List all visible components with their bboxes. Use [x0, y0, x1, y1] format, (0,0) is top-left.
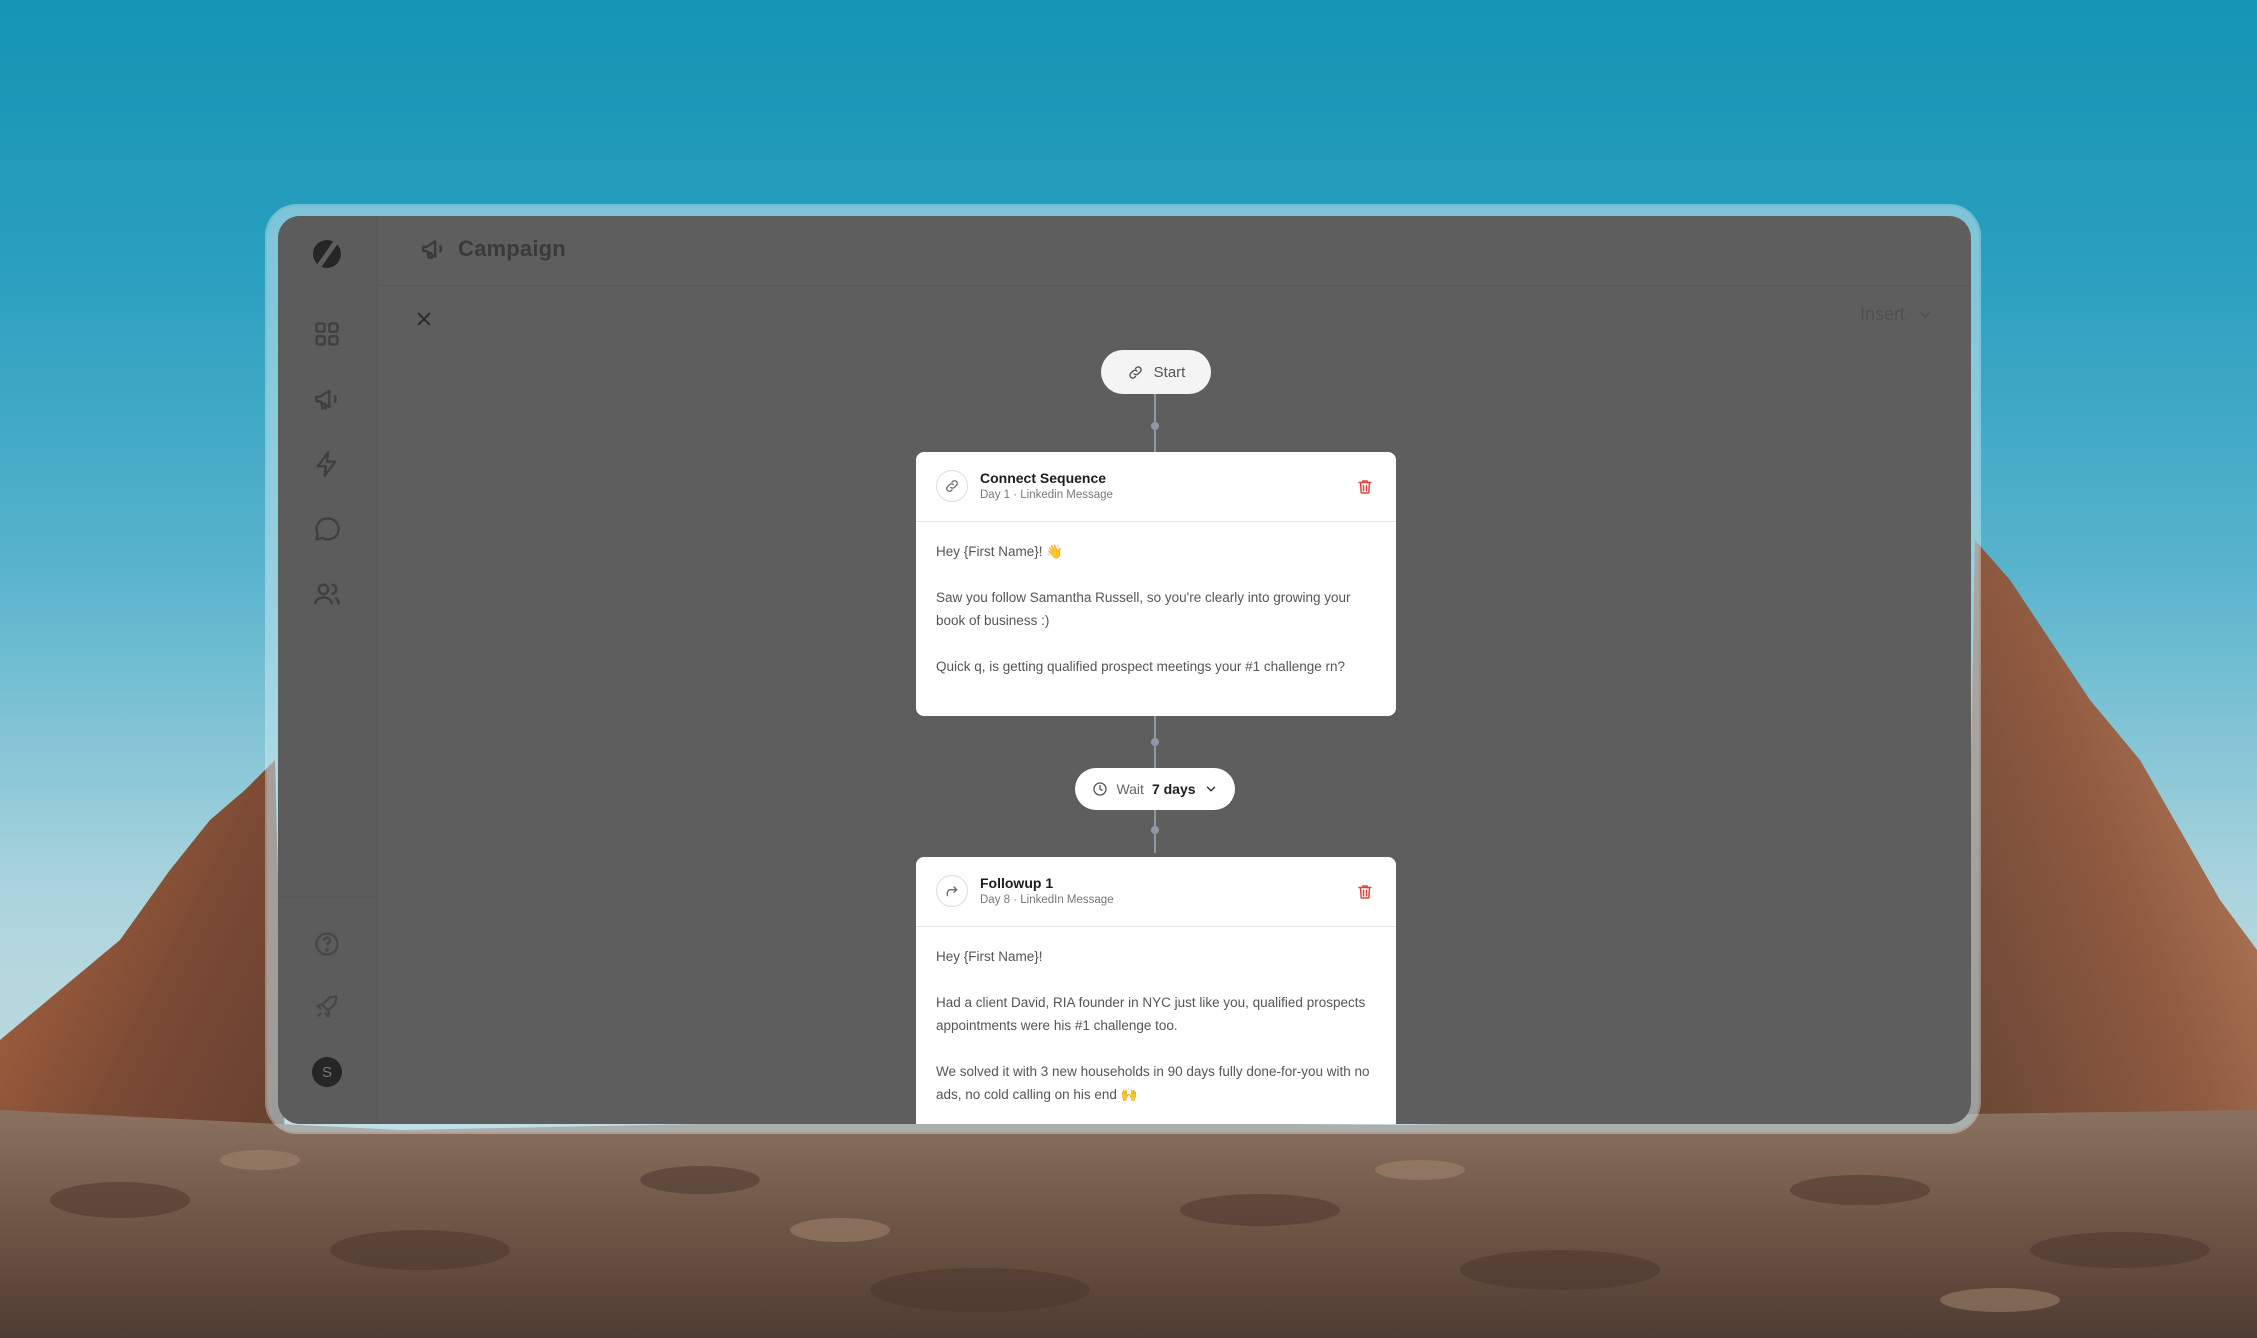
grid-icon[interactable] [311, 318, 343, 350]
top-bar: Campaign [378, 216, 1971, 286]
page-header: Campaign [420, 236, 566, 262]
message-line: Quick q, is getting qualified prospect m… [936, 659, 1345, 674]
connector-dot [1151, 422, 1159, 430]
start-node[interactable]: Start [1101, 350, 1211, 394]
connector-dot [1151, 826, 1159, 834]
logo-icon[interactable] [311, 238, 343, 270]
message-line: Saw you follow Samantha Russell, so you'… [936, 590, 1351, 628]
rocket-icon[interactable] [311, 991, 343, 1023]
chat-icon[interactable] [311, 513, 343, 545]
wait-label: Wait [1116, 781, 1144, 797]
message-line: Hey {First Name}! [936, 949, 1043, 964]
step-title: Followup 1 [980, 875, 1054, 891]
message-line: Had a client David, RIA founder in NYC j… [936, 995, 1366, 1033]
message-line: We solved it with 3 new households in 90… [936, 1064, 1370, 1102]
sidebar-divider [278, 896, 378, 897]
chevron-down-icon [1206, 786, 1215, 792]
message-line: Hey {First Name}! 👋 [936, 544, 1064, 559]
trash-icon[interactable] [1356, 883, 1374, 901]
step-card-connect-sequence[interactable]: Connect Sequence Day 1 · Linkedin Messag… [916, 452, 1396, 716]
link-icon [936, 470, 968, 502]
avatar-letter: S [312, 1057, 342, 1087]
page-title: Campaign [458, 236, 566, 261]
step-title: Connect Sequence [980, 470, 1107, 486]
connector-dot [1151, 738, 1159, 746]
close-button[interactable] [411, 306, 437, 332]
lightning-icon[interactable] [311, 448, 343, 480]
step-card-header: Connect Sequence Day 1 · Linkedin Messag… [916, 452, 1396, 522]
chevron-down-icon [1920, 311, 1930, 318]
avatar-icon[interactable]: S [311, 1056, 343, 1088]
step-subtitle: Day 8 · LinkedIn Message [980, 894, 1114, 906]
start-label: Start [1153, 363, 1186, 381]
close-icon [417, 312, 431, 326]
sidebar: S [278, 216, 378, 1124]
clock-icon [1093, 782, 1108, 796]
megaphone-icon [422, 240, 443, 259]
step-card-followup-1[interactable]: Followup 1 Day 8 · LinkedIn Message Hey … [916, 857, 1396, 1124]
wait-value: 7 days [1151, 781, 1196, 797]
megaphone-icon[interactable] [311, 383, 343, 415]
insert-label: Insert [1859, 304, 1905, 324]
wait-delay-selector[interactable]: Wait 7 days [1075, 768, 1235, 810]
link-icon [1128, 365, 1142, 379]
step-message-body[interactable]: Hey {First Name}! 👋 Saw you follow Saman… [916, 522, 1396, 696]
trash-icon[interactable] [1356, 478, 1374, 496]
users-icon[interactable] [311, 578, 343, 610]
step-subtitle: Day 1 · Linkedin Message [980, 489, 1113, 501]
forward-arrow-icon [936, 875, 968, 907]
step-card-header: Followup 1 Day 8 · LinkedIn Message [916, 857, 1396, 927]
app-window: S Campaign Insert Start Connect Sequence… [278, 216, 1971, 1124]
step-message-body[interactable]: Hey {First Name}! Had a client David, RI… [916, 927, 1396, 1124]
insert-dropdown[interactable]: Insert [1860, 304, 1933, 325]
help-icon[interactable] [311, 928, 343, 960]
